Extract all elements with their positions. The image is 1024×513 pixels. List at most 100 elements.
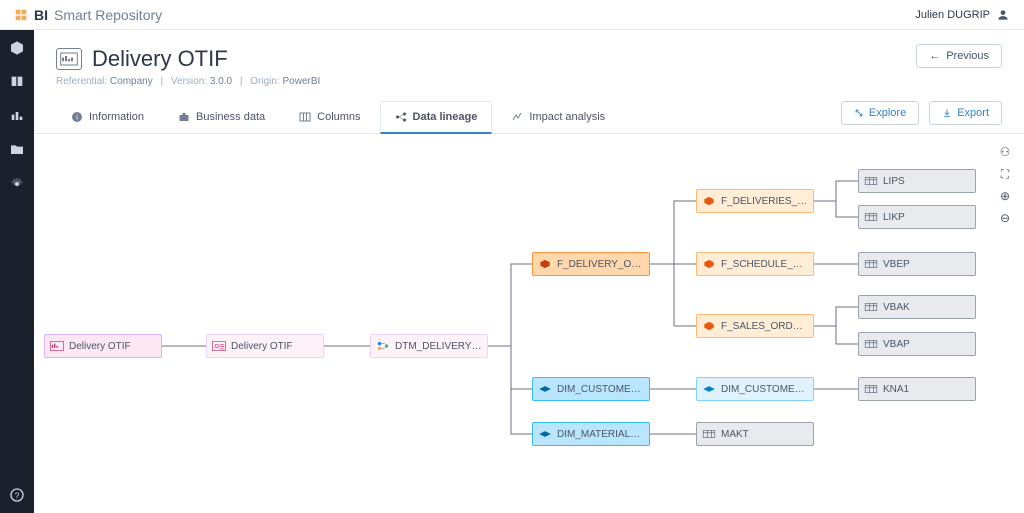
node-label: VBEP (883, 259, 910, 270)
table-icon (702, 428, 716, 440)
brand-bold: BI (34, 7, 48, 23)
user-block[interactable]: Julien DUGRIP (915, 8, 1010, 22)
explore-label: Explore (869, 107, 906, 119)
node-label: F_SALES_ORDER_RV (721, 321, 808, 332)
node-label: LIKP (883, 212, 905, 223)
table-icon (864, 258, 878, 270)
export-button[interactable]: Export (929, 101, 1002, 125)
arrow-left-icon: ← (929, 50, 940, 62)
settings-icon[interactable] (9, 176, 25, 192)
external-icon (854, 108, 864, 118)
node-label: MAKT (721, 429, 749, 440)
cube-icon[interactable] (9, 40, 25, 56)
node-label: Delivery OTIF (231, 341, 293, 352)
info-icon: i (71, 111, 83, 123)
content: ← Previous Delivery OTIF Referential: Co… (34, 30, 1024, 513)
node-label: Delivery OTIF (69, 341, 131, 352)
fit-button[interactable]: ⛶ (997, 165, 1013, 183)
main: ? › ← Previous Delivery OTIF Referential… (0, 30, 1024, 513)
tabbar: i Information Business data Columns Data… (34, 101, 1024, 134)
lineage-node[interactable]: F_SCHEDULE_LINE_... (696, 252, 814, 276)
columns-icon (299, 111, 311, 123)
tab-columns-label: Columns (317, 111, 360, 123)
node-label: DIM_CUSTOMER_RV (721, 384, 808, 395)
node-label: DTM_DELIVERY_OTIF_... (395, 341, 482, 352)
referential-label: Referential: (56, 76, 107, 87)
tab-data-lineage[interactable]: Data lineage (380, 101, 493, 134)
node-label: DIM_CUSTOMER_SD_... (557, 384, 644, 395)
table-icon (864, 301, 878, 313)
lineage-canvas[interactable]: Delivery OTIF Delivery OTIF DTM_DELIVERY… (34, 134, 1024, 513)
table-icon (864, 338, 878, 350)
chart-icon[interactable] (9, 108, 25, 124)
origin-label: Origin: (250, 76, 279, 87)
explore-button[interactable]: Explore (841, 101, 919, 125)
node-label: VBAP (883, 339, 910, 350)
lineage-node[interactable]: F_SALES_ORDER_RV (696, 314, 814, 338)
tab-business-data[interactable]: Business data (163, 101, 280, 133)
node-label: KNA1 (883, 384, 909, 395)
report-icon (56, 48, 82, 70)
lineage-node[interactable]: DIM_MATERIAL_RV (532, 422, 650, 446)
sidebar: ? (0, 30, 34, 513)
lineage-node[interactable]: DIM_CUSTOMER_SD_... (532, 377, 650, 401)
lineage-node[interactable]: LIPS (858, 169, 976, 193)
version-value: 3.0.0 (210, 76, 232, 87)
node-label: DIM_MATERIAL_RV (557, 429, 644, 440)
tab-business-data-label: Business data (196, 111, 265, 123)
lineage-node[interactable]: MAKT (696, 422, 814, 446)
origin-value: PowerBI (282, 76, 320, 87)
node-label: F_DELIVERIES_RV (721, 196, 808, 207)
lineage-node[interactable]: VBEP (858, 252, 976, 276)
previous-label: Previous (946, 50, 989, 62)
title-row: Delivery OTIF (56, 46, 1002, 72)
lineage-node[interactable]: VBAK (858, 295, 976, 319)
cube-icon (702, 195, 716, 207)
lineage-node[interactable]: F_DELIVERY_OTIF_RV (532, 252, 650, 276)
help-icon[interactable]: ? (9, 487, 25, 503)
lineage-node[interactable]: Delivery OTIF (44, 334, 162, 358)
lineage-node[interactable]: Delivery OTIF (206, 334, 324, 358)
lineage-node[interactable]: F_DELIVERIES_RV (696, 189, 814, 213)
referential-value: Company (110, 76, 153, 87)
node-label: VBAK (883, 302, 910, 313)
impact-icon (511, 111, 523, 123)
dim-icon (538, 383, 552, 395)
node-label: F_SCHEDULE_LINE_... (721, 259, 808, 270)
lineage-icon (395, 111, 407, 123)
lineage-node[interactable]: VBAP (858, 332, 976, 356)
canvas-toolbox: ⚇ ⛶ ⊕ ⊖ (994, 140, 1016, 230)
table-icon (864, 211, 878, 223)
tab-information[interactable]: i Information (56, 101, 159, 133)
table-icon (864, 383, 878, 395)
brand-logo-icon (14, 8, 28, 22)
folder-icon[interactable] (9, 142, 25, 158)
dataset-icon (212, 340, 226, 352)
previous-button[interactable]: ← Previous (916, 44, 1002, 68)
lineage-node[interactable]: DTM_DELIVERY_OTIF_... (370, 334, 488, 358)
cube-icon (538, 258, 552, 270)
dim-icon (538, 428, 552, 440)
user-icon (996, 8, 1010, 22)
zoom-out-button[interactable]: ⊖ (997, 209, 1013, 227)
download-icon (942, 108, 952, 118)
report-icon (50, 340, 64, 352)
dim-icon (702, 383, 716, 395)
cube-icon (702, 258, 716, 270)
lineage-node[interactable]: KNA1 (858, 377, 976, 401)
tab-information-label: Information (89, 111, 144, 123)
tab-impact-analysis[interactable]: Impact analysis (496, 101, 620, 133)
lineage-node[interactable]: LIKP (858, 205, 976, 229)
page-title: Delivery OTIF (92, 46, 228, 72)
tab-columns[interactable]: Columns (284, 101, 375, 133)
transform-icon (376, 340, 390, 352)
brand-light: Smart Repository (54, 7, 162, 23)
user-name: Julien DUGRIP (915, 9, 990, 21)
zoom-in-button[interactable]: ⊕ (997, 187, 1013, 205)
tree-view-button[interactable]: ⚇ (997, 143, 1013, 161)
book-icon[interactable] (9, 74, 25, 90)
cube-icon (702, 320, 716, 332)
header-area: ← Previous Delivery OTIF Referential: Co… (34, 30, 1024, 87)
topbar: BI Smart Repository Julien DUGRIP (0, 0, 1024, 30)
lineage-node[interactable]: DIM_CUSTOMER_RV (696, 377, 814, 401)
